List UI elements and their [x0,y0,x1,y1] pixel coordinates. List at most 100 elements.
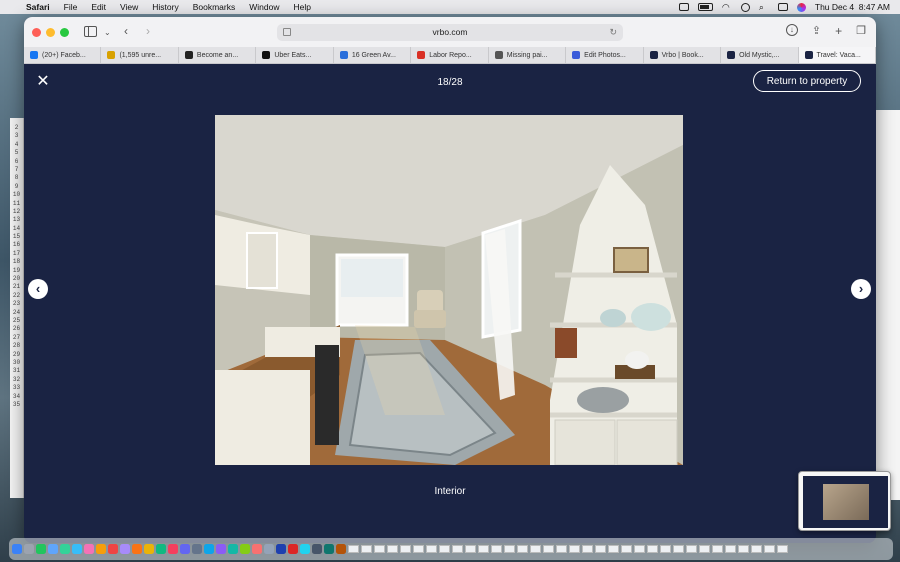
menu-window[interactable]: Window [249,2,279,12]
dock-app-icon[interactable] [336,544,346,554]
dock-app-icon[interactable] [120,544,130,554]
dock-minimized-window-icon[interactable] [491,545,502,553]
dock-minimized-window-icon[interactable] [439,545,450,553]
close-window-button[interactable] [32,27,41,37]
siri-icon[interactable] [796,2,806,12]
dock-app-icon[interactable] [216,544,226,554]
dock-app-icon[interactable] [48,544,58,554]
dock-minimized-window-icon[interactable] [556,545,567,553]
forward-arrow-icon[interactable]: › [146,24,150,38]
browser-tab[interactable]: Edit Photos... [566,47,644,63]
dock-minimized-window-icon[interactable] [660,545,671,553]
menu-help[interactable]: Help [293,2,310,12]
dock-minimized-window-icon[interactable] [504,545,515,553]
dock-minimized-window-icon[interactable] [478,545,489,553]
dock-minimized-window-icon[interactable] [608,545,619,553]
dock-minimized-window-icon[interactable] [465,545,476,553]
browser-tab[interactable]: Old Mystic,... [721,47,799,63]
zoom-window-button[interactable] [60,27,69,37]
dock-app-icon[interactable] [24,544,34,554]
sidebar-toggle-icon[interactable] [84,26,97,37]
dock-app-icon[interactable] [228,544,238,554]
dock-app-icon[interactable] [240,544,250,554]
dock-minimized-window-icon[interactable] [738,545,749,553]
share-icon[interactable]: ⇪ [812,24,821,38]
spotlight-search-icon[interactable]: ⌕ [759,3,769,12]
browser-tab[interactable]: 16 Green Av... [334,47,412,63]
battery-icon[interactable] [697,3,713,11]
dock-app-icon[interactable] [324,544,334,554]
close-gallery-button[interactable]: ✕ [34,73,52,91]
window-preview-thumbnail[interactable] [798,471,891,531]
dock-app-icon[interactable] [96,544,106,554]
dock-app-icon[interactable] [132,544,142,554]
dock-app-icon[interactable] [252,544,262,554]
dock-minimized-window-icon[interactable] [426,545,437,553]
dock-app-icon[interactable] [156,544,166,554]
dock-minimized-window-icon[interactable] [712,545,723,553]
dock-minimized-window-icon[interactable] [595,545,606,553]
menu-bar-clock[interactable]: Thu Dec 4 8:47 AM [815,2,890,12]
dock-app-icon[interactable] [84,544,94,554]
browser-tab[interactable]: (1,595 unre... [101,47,179,63]
dock-minimized-window-icon[interactable] [361,545,372,553]
dock-app-icon[interactable] [276,544,286,554]
wifi-icon[interactable]: ◠ [722,3,732,12]
menu-bookmarks[interactable]: Bookmarks [193,2,236,12]
dock-app-icon[interactable] [264,544,274,554]
dock-minimized-window-icon[interactable] [699,545,710,553]
dock-minimized-window-icon[interactable] [764,545,775,553]
dock-minimized-window-icon[interactable] [777,545,788,553]
dock-minimized-window-icon[interactable] [452,545,463,553]
dock-minimized-window-icon[interactable] [543,545,554,553]
dock-app-icon[interactable] [108,544,118,554]
downloads-icon[interactable]: ↓ [785,24,798,36]
dock-minimized-window-icon[interactable] [569,545,580,553]
new-tab-icon[interactable]: + [835,24,842,38]
control-center-icon[interactable] [777,3,788,11]
dock-app-icon[interactable] [36,544,46,554]
dock-minimized-window-icon[interactable] [634,545,645,553]
dock-minimized-window-icon[interactable] [673,545,684,553]
return-to-property-button[interactable]: Return to property [753,70,861,92]
dock-app-icon[interactable] [180,544,190,554]
dock-minimized-window-icon[interactable] [725,545,736,553]
dock-minimized-window-icon[interactable] [413,545,424,553]
dock-minimized-window-icon[interactable] [751,545,762,553]
browser-tab[interactable]: Become an... [179,47,257,63]
browser-tab[interactable]: Uber Eats... [256,47,334,63]
dock-minimized-window-icon[interactable] [348,545,359,553]
dock-app-icon[interactable] [144,544,154,554]
menu-history[interactable]: History [152,2,178,12]
menu-app-name[interactable]: Safari [26,2,50,12]
dock-minimized-window-icon[interactable] [374,545,385,553]
page-settings-icon[interactable] [283,28,291,36]
dock-app-icon[interactable] [312,544,322,554]
browser-tab[interactable]: Travel: Vaca... [798,47,876,63]
dock-app-icon[interactable] [300,544,310,554]
dock-app-icon[interactable] [288,544,298,554]
tab-overview-icon[interactable]: ❐ [856,24,866,38]
dock-minimized-window-icon[interactable] [582,545,593,553]
dock-app-icon[interactable] [168,544,178,554]
dock-minimized-window-icon[interactable] [621,545,632,553]
next-photo-button[interactable]: › [851,279,871,299]
browser-tab[interactable]: Vrbo | Book... [644,47,722,63]
dock-minimized-window-icon[interactable] [530,545,541,553]
back-arrow-icon[interactable]: ‹ [124,24,128,38]
dock-app-icon[interactable] [60,544,70,554]
menu-file[interactable]: File [64,2,78,12]
dock-minimized-window-icon[interactable] [517,545,528,553]
chevron-down-icon[interactable]: ⌄ [104,26,111,40]
browser-tab[interactable]: Labor Repo... [411,47,489,63]
reload-icon[interactable]: ↻ [609,24,617,41]
dock-minimized-window-icon[interactable] [400,545,411,553]
browser-tab[interactable]: Missing pai... [489,47,567,63]
dock-app-icon[interactable] [204,544,214,554]
dock-app-icon[interactable] [72,544,82,554]
address-bar[interactable]: vrbo.com ↻ [277,24,623,41]
minimize-window-button[interactable] [46,27,55,37]
focus-icon[interactable] [740,2,750,12]
menu-edit[interactable]: Edit [91,2,106,12]
menu-view[interactable]: View [120,2,138,12]
